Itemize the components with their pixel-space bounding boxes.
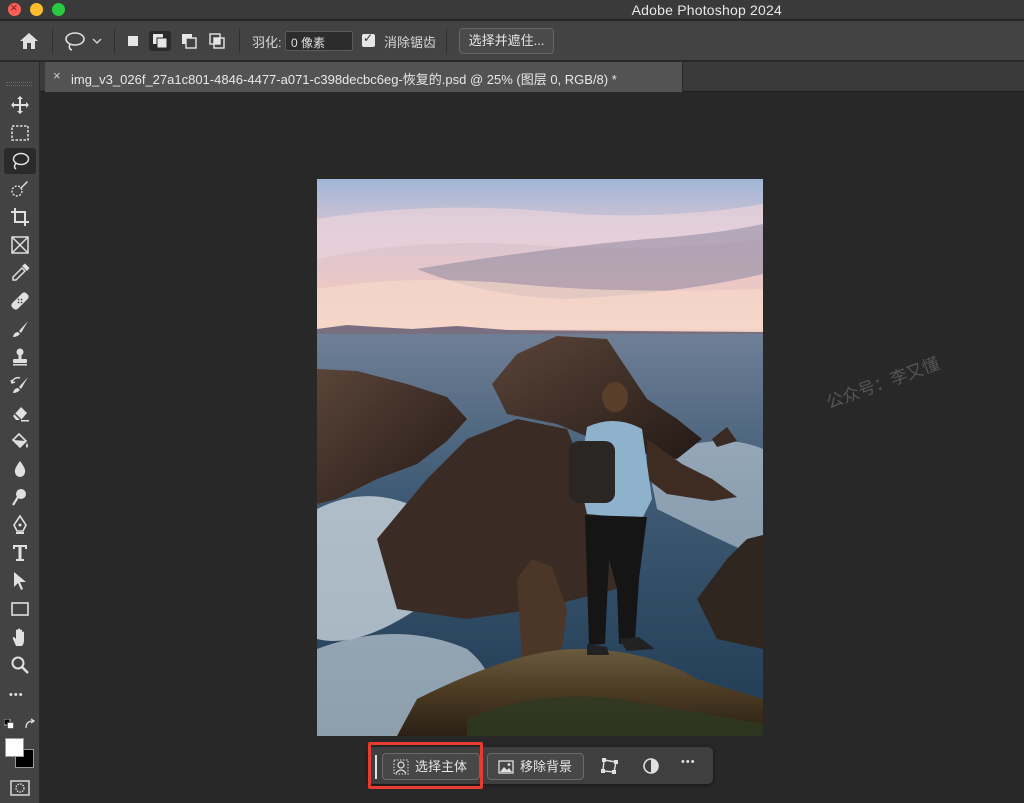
rectangle-tool-icon [11,602,29,616]
crop-tool-icon [11,208,29,226]
eyedropper-tool-button[interactable] [4,260,36,286]
brush-tool-button[interactable] [4,316,36,342]
new-selection-button[interactable] [122,31,144,51]
path-selection-button[interactable] [4,568,36,594]
highlight-annotation [368,742,483,789]
pen-tool-icon [13,515,27,534]
app-title: Adobe Photoshop 2024 [631,2,782,18]
more-options-icon[interactable]: ••• [681,756,701,776]
transform-selection-icon[interactable] [600,756,620,776]
options-divider [446,29,447,53]
options-bar: 羽化: 0 像素 消除锯齿 选择并遮住... [0,21,1024,61]
options-divider [239,29,240,53]
marquee-tool-button[interactable] [4,120,36,146]
move-tool-icon [11,96,29,114]
document-image[interactable] [317,179,763,736]
type-tool-icon [13,545,27,561]
rectangle-tool-button[interactable] [4,596,36,622]
coastal-hiker-photo [317,179,763,736]
zoom-tool-icon [11,656,29,674]
crop-tool-button[interactable] [4,204,36,230]
clone-stamp-button[interactable] [4,344,36,370]
path-selection-icon [14,572,26,590]
remove-background-button[interactable]: 移除背景 [487,753,584,780]
dodge-tool-button[interactable] [4,484,36,510]
lasso-tool-icon [12,152,30,170]
subtract-from-selection-button[interactable] [178,31,200,51]
history-brush-button[interactable] [4,372,36,398]
document-tab-title: img_v3_026f_27a1c801-4846-4477-a071-c398… [71,72,617,87]
home-icon[interactable] [17,30,41,52]
default-colors-icon[interactable] [4,719,14,729]
subtract-selection-icon [182,34,197,49]
intersect-selection-icon [209,33,225,49]
title-bar: Adobe Photoshop 2024 [0,0,1024,20]
edit-toolbar-button[interactable]: ••• [4,686,36,712]
marquee-tool-icon [11,125,29,141]
photoshop-window: Adobe Photoshop 2024 羽化: 0 像素 消除锯齿 [0,0,1024,803]
dodge-tool-icon [12,489,26,506]
anti-alias-label: 消除锯齿 [384,35,437,50]
hand-tool-icon [12,628,24,646]
brush-tool-icon [13,321,28,337]
intersect-selection-button[interactable] [206,31,228,51]
options-divider [52,29,53,53]
anti-alias-checkbox[interactable] [362,31,375,47]
paint-bucket-icon [11,432,28,449]
add-to-selection-button[interactable] [149,31,171,51]
type-tool-button[interactable] [4,540,36,566]
tools-panel: ••• [0,62,40,803]
remove-background-label: 移除背景 [520,759,573,774]
new-selection-icon [128,36,138,46]
document-tab-bar: ›› × img_v3_026f_27a1c801-4846-4477-a071… [0,62,1024,92]
window-minimize-button[interactable] [30,3,43,16]
document-tab[interactable]: × img_v3_026f_27a1c801-4846-4477-a071-c3… [45,62,683,92]
frame-tool-button[interactable] [4,232,36,258]
options-divider [114,29,115,53]
feather-input[interactable]: 0 像素 [285,31,353,51]
adjustment-layer-icon[interactable] [641,756,661,776]
toolbar-grip[interactable] [6,82,32,86]
hand-tool-button[interactable] [4,624,36,650]
window-zoom-button[interactable] [52,3,65,16]
clone-stamp-icon [13,348,27,366]
blur-tool-button[interactable] [4,456,36,482]
lasso-tool-button[interactable] [4,148,36,174]
tab-close-icon[interactable]: × [53,68,61,83]
history-brush-icon [10,376,28,393]
add-to-selection-icon [153,34,168,49]
paint-bucket-button[interactable] [4,428,36,454]
zoom-tool-button[interactable] [4,652,36,678]
feather-label: 羽化: [252,35,282,50]
eyedropper-tool-icon [12,263,30,281]
frame-tool-icon [11,236,29,254]
move-tool-button[interactable] [4,92,36,118]
more-tools-icon: ••• [9,689,24,701]
foreground-color-swatch[interactable] [5,738,24,757]
swap-colors-icon[interactable] [24,718,36,730]
eraser-tool-icon [13,407,29,422]
quick-mask-icon[interactable] [10,780,30,796]
quick-selection-tool-icon [11,181,28,197]
pen-tool-button[interactable] [4,512,36,538]
image-icon [498,760,514,774]
blur-tool-icon [14,461,26,477]
eraser-tool-button[interactable] [4,400,36,426]
select-and-mask-button[interactable]: 选择并遮住... [459,28,554,54]
healing-brush-button[interactable] [4,288,36,314]
quick-selection-tool-button[interactable] [4,176,36,202]
window-close-button[interactable] [8,0,21,16]
lasso-preset-picker-icon[interactable] [62,30,102,52]
healing-brush-icon [11,292,29,310]
